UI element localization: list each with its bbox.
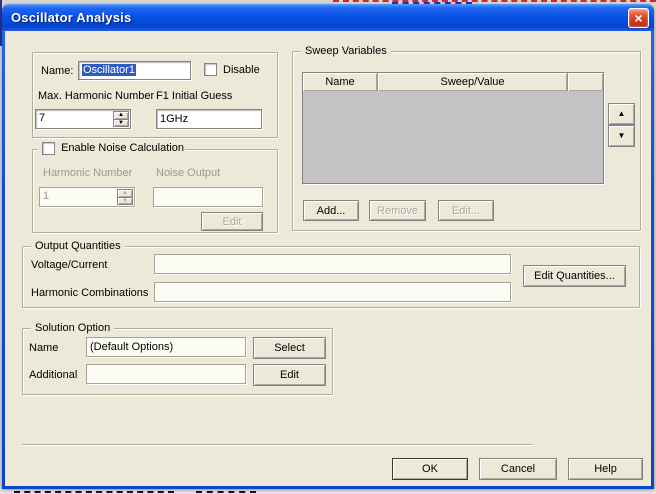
down-arrow-icon: ▼: [618, 132, 626, 140]
additional-input[interactable]: [86, 364, 246, 384]
column-header-name[interactable]: Name: [303, 73, 378, 91]
output-quantities-group: Output Quantities Voltage/Current Harmon…: [22, 246, 640, 308]
move-up-button[interactable]: ▲: [608, 103, 635, 125]
column-header-blank[interactable]: [568, 73, 603, 91]
screen: Oscillator Analysis × Name: Oscillator1 …: [0, 0, 656, 494]
up-arrow-icon: ▲: [122, 190, 128, 196]
title-bar[interactable]: Oscillator Analysis: [2, 4, 654, 31]
disable-label: Disable: [223, 64, 260, 76]
solution-edit-button[interactable]: Edit: [253, 364, 326, 386]
harmonic-number-label: Harmonic Number: [43, 167, 132, 179]
harmonic-number-value: 1: [43, 190, 49, 202]
spinner-buttons: ▲ ▼: [113, 111, 129, 127]
column-header-sweep-value[interactable]: Sweep/Value: [378, 73, 568, 91]
voltage-current-input[interactable]: [154, 254, 511, 274]
footer-divider: [22, 444, 532, 446]
background-bottom-dashes: [196, 491, 256, 493]
noise-output-input: [153, 187, 263, 207]
dialog-body: Name: Oscillator1 Disable Max. Harmonic …: [5, 31, 651, 486]
f1-initial-guess-label: F1 Initial Guess: [156, 90, 232, 102]
ok-button[interactable]: OK: [392, 458, 468, 480]
close-button[interactable]: ×: [628, 8, 649, 28]
solution-name-label: Name: [29, 342, 58, 354]
up-arrow-icon: ▲: [118, 112, 124, 118]
noise-legend: Enable Noise Calculation: [38, 142, 185, 156]
sweep-variables-table[interactable]: Name Sweep/Value: [302, 72, 604, 184]
f1-initial-guess-input[interactable]: [156, 109, 262, 129]
background-red-dashed-line: [333, 0, 656, 2]
dialog-window: Oscillator Analysis × Name: Oscillator1 …: [2, 4, 654, 489]
close-icon: ×: [634, 11, 642, 25]
disable-checkbox[interactable]: [204, 63, 217, 76]
help-button[interactable]: Help: [568, 458, 643, 480]
additional-label: Additional: [29, 369, 77, 381]
dialog-title: Oscillator Analysis: [11, 10, 131, 25]
max-harmonic-spinner[interactable]: 7 ▲ ▼: [35, 109, 131, 129]
sweep-variables-title: Sweep Variables: [301, 45, 391, 58]
name-input-selected-text: Oscillator1: [82, 64, 136, 76]
spin-down-button[interactable]: ▼: [113, 120, 129, 128]
noise-group: Enable Noise Calculation Harmonic Number…: [32, 149, 278, 233]
table-header-row: Name Sweep/Value: [303, 73, 603, 91]
sweep-edit-button: Edit...: [438, 200, 494, 221]
down-arrow-icon: ▼: [122, 198, 128, 204]
harmonic-number-spinner: 1 ▲ ▼: [39, 187, 135, 207]
max-harmonic-value: 7: [39, 112, 45, 124]
harmonic-combinations-input[interactable]: [154, 282, 511, 302]
spin-up-button[interactable]: ▲: [113, 111, 129, 120]
add-button[interactable]: Add...: [303, 200, 359, 221]
spin-down-button: ▼: [117, 198, 133, 206]
noise-output-label: Noise Output: [156, 167, 220, 179]
spinner-buttons: ▲ ▼: [117, 189, 133, 205]
enable-noise-label: Enable Noise Calculation: [61, 142, 184, 154]
general-group: Name: Oscillator1 Disable Max. Harmonic …: [32, 52, 278, 138]
select-button[interactable]: Select: [253, 337, 326, 359]
cancel-button[interactable]: Cancel: [479, 458, 557, 480]
background-bottom-dashes: [14, 491, 174, 493]
solution-option-title: Solution Option: [31, 322, 114, 335]
name-input[interactable]: Oscillator1: [78, 61, 191, 80]
enable-noise-checkbox[interactable]: [42, 142, 55, 155]
up-arrow-icon: ▲: [618, 110, 626, 118]
move-down-button[interactable]: ▼: [608, 125, 635, 147]
spin-up-button: ▲: [117, 189, 133, 198]
noise-edit-button: Edit: [201, 212, 263, 231]
harmonic-combinations-label: Harmonic Combinations: [31, 287, 148, 299]
remove-button: Remove: [369, 200, 426, 221]
sweep-variables-group: Sweep Variables Name Sweep/Value ▲ ▼ Add…: [292, 51, 641, 231]
voltage-current-label: Voltage/Current: [31, 259, 107, 271]
max-harmonic-label: Max. Harmonic Number: [38, 90, 154, 102]
name-label: Name:: [41, 65, 73, 77]
solution-option-group: Solution Option Name Select Additional E…: [22, 328, 333, 395]
output-quantities-title: Output Quantities: [31, 240, 125, 253]
edit-quantities-button[interactable]: Edit Quantities...: [523, 265, 626, 287]
solution-name-input[interactable]: [86, 337, 246, 357]
down-arrow-icon: ▼: [118, 120, 124, 126]
